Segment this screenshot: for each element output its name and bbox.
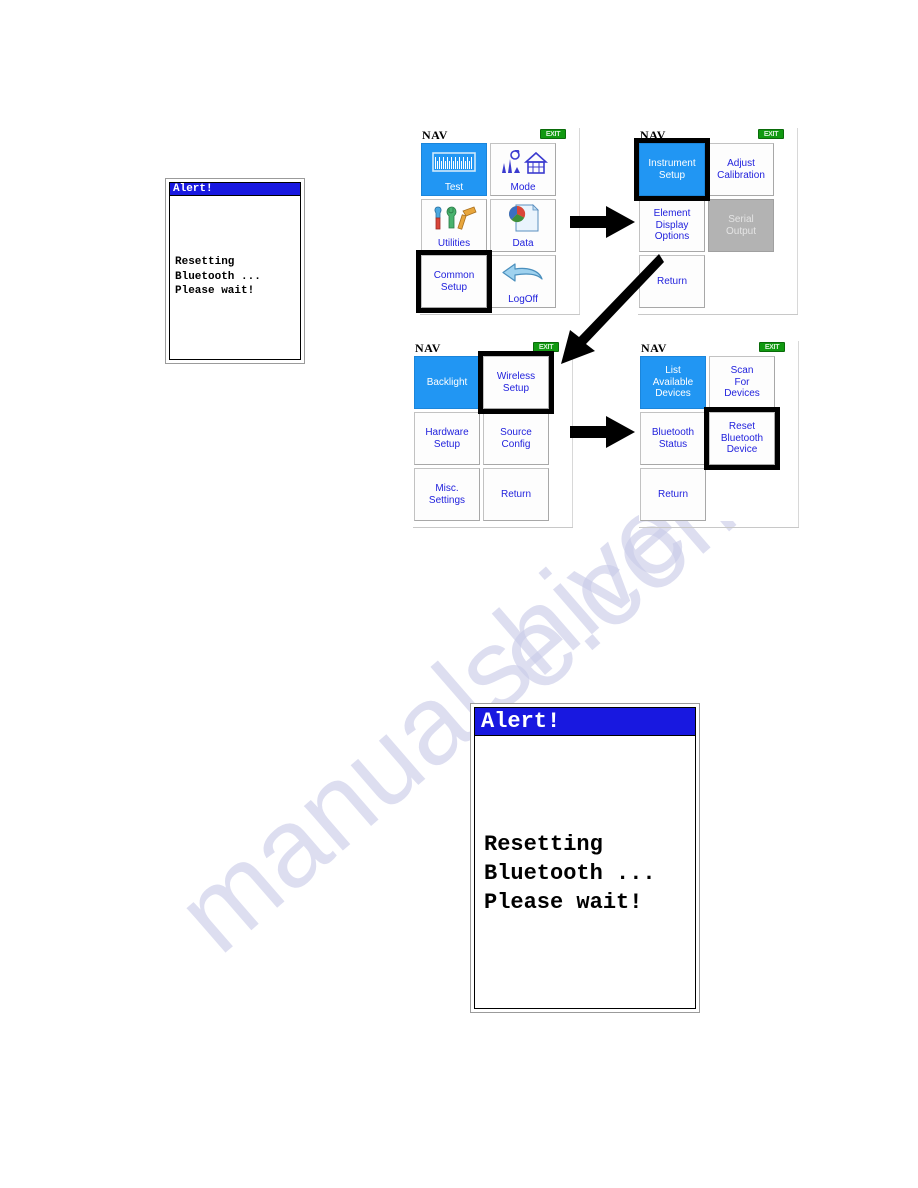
nav-cell: Reset Bluetooth Device (704, 407, 780, 470)
arrow-main-to-common-setup (570, 205, 636, 244)
nav-button-label: Reset Bluetooth Device (720, 421, 764, 456)
nav-cell: Return (483, 468, 549, 521)
nav-header: NAV EXIT (638, 128, 798, 143)
nav-button-common-setup[interactable]: Common Setup (421, 255, 487, 308)
nav-cell: Misc. Settings (414, 468, 480, 521)
nav-button-reset-bluetooth-device[interactable]: Reset Bluetooth Device (709, 412, 775, 465)
nav-button-element-display-options[interactable]: Element Display Options (639, 199, 705, 252)
nav-button-backlight[interactable]: Backlight (414, 356, 480, 409)
nav-title-label: NAV (640, 128, 666, 142)
nav-button-misc-settings[interactable]: Misc. Settings (414, 468, 480, 521)
nav-button-utilities[interactable]: Utilities (421, 199, 487, 252)
chimney-house-icon (491, 144, 555, 181)
nav-button-grid: List Available Devices Scan For Devices Bl… (639, 356, 799, 521)
nav-cell: Backlight (414, 356, 480, 409)
nav-button-label: Return (657, 488, 688, 500)
nav-button-test[interactable]: Test (421, 143, 487, 196)
nav-button-label: Source Config (500, 427, 532, 450)
nav-cell: LogOff (490, 255, 556, 308)
nav-cell: Wireless Setup (478, 351, 554, 414)
nav-cell-empty (709, 468, 775, 521)
nav-button-hardware-setup[interactable]: Hardware Setup (414, 412, 480, 465)
nav-button-label: Backlight (426, 376, 468, 388)
alert-large-title: Alert! (475, 708, 695, 736)
nav-button-return[interactable]: Return (483, 468, 549, 521)
alert-large-frame: Alert! Resetting Bluetooth ... Please wai… (474, 707, 696, 1009)
nav-cell: Data (490, 199, 556, 252)
nav-button-logoff[interactable]: LogOff (490, 255, 556, 308)
exit-badge[interactable]: EXIT (540, 129, 566, 139)
nav-screen-nav-instrument-setup[interactable]: NAV EXIT Backlight Wireless Setup Hardware S… (413, 341, 573, 528)
nav-button-label: Test (444, 181, 464, 193)
alert-dialog-small: Alert! Resetting Bluetooth ... Please wa… (165, 178, 305, 364)
nav-button-label: Misc. Settings (428, 483, 466, 506)
arrow-instrument-to-wireless (570, 415, 636, 454)
nav-button-label: Wireless Setup (496, 371, 536, 394)
nav-header: NAV EXIT (420, 128, 580, 143)
nav-button-scan-for-devices[interactable]: Scan For Devices (709, 356, 775, 409)
nav-right-divider (798, 341, 799, 527)
nav-button-mode[interactable]: Mode (490, 143, 556, 196)
alert-small-frame: Alert! Resetting Bluetooth ... Please wa… (169, 182, 301, 360)
nav-cell: Hardware Setup (414, 412, 480, 465)
nav-button-label: Mode (510, 181, 536, 193)
nav-button-label: Utilities (437, 237, 471, 249)
nav-button-label: Element Display Options (653, 208, 691, 243)
nav-cell: Return (640, 468, 706, 521)
nav-footer-divider (639, 527, 799, 528)
nav-button-source-config[interactable]: Source Config (483, 412, 549, 465)
nav-button-label: LogOff (508, 293, 538, 305)
exit-badge[interactable]: EXIT (759, 342, 785, 352)
arrow-common-to-instrument-setup (555, 252, 665, 372)
nav-cell: Element Display Options (639, 199, 705, 252)
nav-button-adjust-calibration[interactable]: Adjust Calibration (708, 143, 774, 196)
nav-cell: Bluetooth Status (640, 412, 706, 465)
nav-cell: Mode (490, 143, 556, 196)
alert-small-message: Resetting Bluetooth ... Please wait! (175, 256, 261, 297)
alert-large-body: Resetting Bluetooth ... Please wait! (475, 736, 695, 1008)
nav-cell: Scan For Devices (709, 356, 775, 409)
nav-button-grid: Backlight Wireless Setup Hardware Setup Sou… (413, 351, 573, 521)
nav-title-label: NAV (422, 128, 448, 142)
nav-button-label: Adjust Calibration (717, 158, 765, 181)
nav-button-label: Data (512, 237, 534, 249)
nav-cell-empty (708, 255, 774, 308)
nav-cell: Instrument Setup (634, 138, 710, 201)
alert-small-title: Alert! (170, 183, 300, 196)
nav-button-wireless-setup[interactable]: Wireless Setup (483, 356, 549, 409)
nav-button-instrument-setup[interactable]: Instrument Setup (639, 143, 705, 196)
tools-icon (422, 200, 486, 237)
nav-button-data[interactable]: Data (490, 199, 556, 252)
nav-cell: Serial Output (708, 199, 774, 252)
nav-footer-divider (413, 527, 573, 528)
nav-button-label: Common Setup (433, 270, 475, 293)
nav-cell: Adjust Calibration (708, 143, 774, 196)
nav-button-label: Bluetooth Status (651, 427, 695, 450)
alert-small-body: Resetting Bluetooth ... Please wait! (170, 196, 300, 359)
nav-button-label: Return (500, 488, 531, 500)
pie-document-icon (491, 200, 555, 237)
nav-header: NAV EXIT (413, 341, 573, 356)
nav-button-serial-output: Serial Output (708, 199, 774, 252)
nav-cell: Common Setup (416, 250, 492, 313)
exit-badge[interactable]: EXIT (758, 129, 784, 139)
ruler-scale-icon (422, 144, 486, 181)
nav-button-bluetooth-status[interactable]: Bluetooth Status (640, 412, 706, 465)
alert-dialog-large: Alert! Resetting Bluetooth ... Please wai… (470, 703, 700, 1013)
nav-cell: Test (421, 143, 487, 196)
nav-cell: Source Config (483, 412, 549, 465)
nav-button-label: Hardware Setup (425, 427, 469, 450)
nav-button-label: Serial Output (725, 214, 757, 237)
nav-button-label: Scan For Devices (724, 365, 760, 400)
nav-button-label: Instrument Setup (648, 158, 696, 181)
nav-button-return[interactable]: Return (640, 468, 706, 521)
nav-cell: Utilities (421, 199, 487, 252)
nav-right-divider (797, 128, 798, 314)
nav-title-label: NAV (415, 341, 441, 355)
back-arrow-icon (491, 256, 555, 293)
alert-large-message: Resetting Bluetooth ... Please wait! (484, 832, 656, 915)
